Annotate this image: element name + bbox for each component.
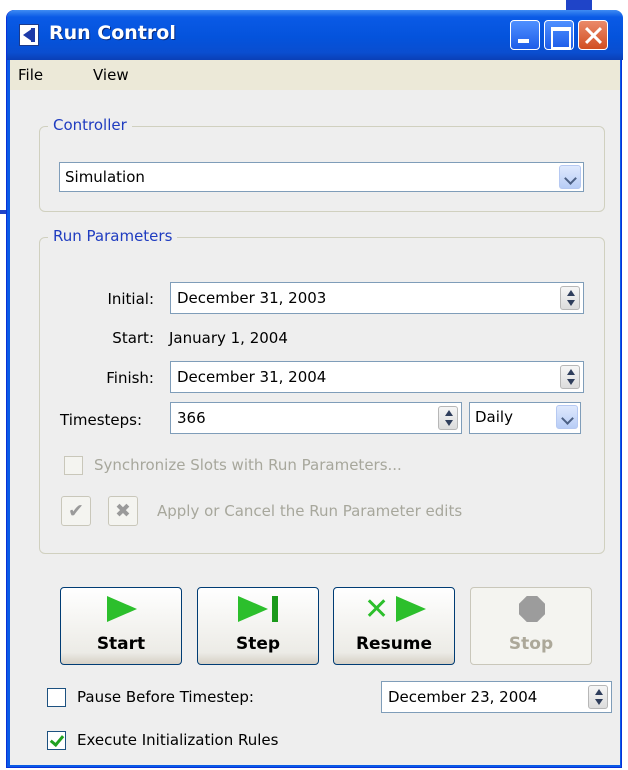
finish-label: Finish:	[106, 369, 154, 387]
close-button[interactable]	[578, 20, 608, 50]
resume-icon: ✕	[334, 595, 454, 628]
finish-date-value: December 31, 2004	[177, 368, 327, 386]
sync-slots-label: Synchronize Slots with Run Parameters...	[94, 456, 402, 474]
start-date-value: January 1, 2004	[169, 329, 288, 347]
timesteps-label: Timesteps:	[60, 411, 143, 429]
start-button[interactable]: Start	[60, 587, 182, 665]
spinner-arrows-icon[interactable]	[560, 286, 580, 310]
app-icon	[19, 24, 39, 46]
cancel-edits-button[interactable]: ✖	[108, 496, 138, 526]
controller-group: Controller Simulation	[39, 116, 605, 212]
window-title: Run Control	[49, 22, 176, 44]
start-label: Start:	[112, 329, 154, 347]
spinner-arrows-icon[interactable]	[588, 685, 608, 709]
step-button-label: Step	[235, 634, 281, 654]
chevron-down-icon[interactable]	[556, 405, 578, 429]
stop-icon	[471, 596, 591, 628]
pause-date-value: December 23, 2004	[388, 688, 538, 706]
maximize-button[interactable]	[544, 20, 574, 50]
initial-date-field[interactable]: December 31, 2003	[170, 282, 584, 314]
pause-before-timestep-checkbox[interactable]	[47, 688, 66, 707]
execute-init-rules-checkbox[interactable]	[47, 731, 66, 750]
timesteps-field[interactable]: 366	[170, 402, 462, 434]
spinner-arrows-icon[interactable]	[560, 365, 580, 389]
run-control-window: Run Control File View Controller Simulat…	[6, 10, 623, 768]
step-button[interactable]: Step	[197, 587, 319, 665]
cancel-x-icon: ✖	[115, 500, 131, 522]
execute-init-rules-label: Execute Initialization Rules	[77, 731, 279, 749]
run-buttons-row: Start Step ✕ Resume Stop	[60, 587, 592, 667]
stop-button[interactable]: Stop	[470, 587, 592, 665]
controller-select[interactable]: Simulation	[59, 162, 584, 192]
minimize-button[interactable]	[510, 20, 540, 50]
controller-select-value: Simulation	[65, 168, 145, 186]
menu-view[interactable]: View	[93, 66, 129, 84]
content-panel: Controller Simulation Run Parameters Ini…	[10, 90, 620, 765]
pause-date-field[interactable]: December 23, 2004	[381, 681, 612, 713]
menu-file[interactable]: File	[18, 66, 43, 84]
initial-label: Initial:	[107, 290, 154, 308]
timestep-unit-value: Daily	[475, 408, 513, 426]
timesteps-value: 366	[177, 409, 206, 427]
controller-group-title: Controller	[48, 116, 132, 134]
spinner-arrows-icon[interactable]	[438, 406, 458, 430]
initial-date-value: December 31, 2003	[177, 289, 327, 307]
timestep-unit-select[interactable]: Daily	[469, 402, 581, 434]
resume-button[interactable]: ✕ Resume	[333, 587, 455, 665]
menu-bar: File View	[10, 60, 620, 90]
finish-date-field[interactable]: December 31, 2004	[170, 361, 584, 393]
chevron-down-icon[interactable]	[559, 165, 581, 189]
apply-cancel-label: Apply or Cancel the Run Parameter edits	[157, 502, 463, 520]
sync-slots-checkbox[interactable]	[64, 456, 83, 475]
resume-button-label: Resume	[355, 634, 433, 654]
apply-edits-button[interactable]: ✔	[61, 496, 91, 526]
run-parameters-group: Run Parameters Initial: December 31, 200…	[39, 227, 605, 554]
play-icon	[61, 596, 181, 628]
pause-before-timestep-label: Pause Before Timestep:	[77, 688, 254, 706]
step-icon	[198, 596, 318, 628]
stop-button-label: Stop	[508, 634, 554, 654]
checkmark-icon: ✔	[68, 500, 84, 522]
start-button-label: Start	[96, 634, 146, 654]
title-bar[interactable]: Run Control	[7, 10, 623, 60]
run-parameters-group-title: Run Parameters	[48, 227, 178, 245]
